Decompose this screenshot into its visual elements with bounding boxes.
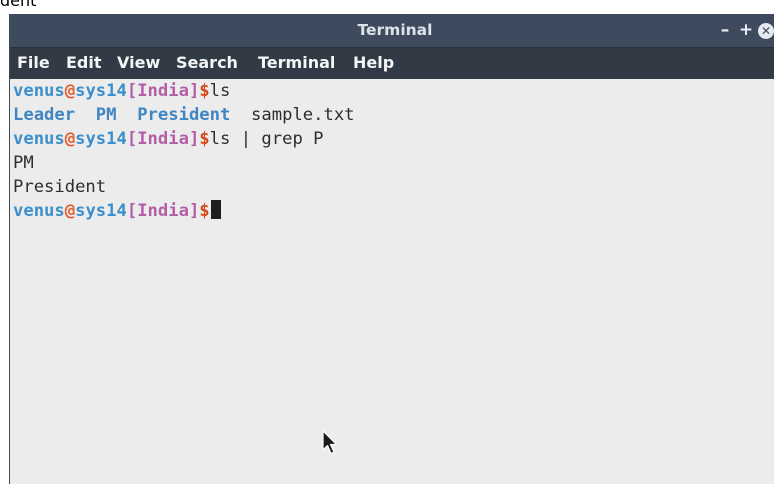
prompt-user: venus (13, 129, 65, 149)
command-text: ls (209, 81, 231, 101)
prompt-dir: [India] (126, 129, 200, 149)
menu-file[interactable]: File (17, 48, 50, 79)
output-line: PM (13, 153, 34, 173)
menu-help[interactable]: Help (353, 48, 394, 79)
output-line: President (13, 177, 107, 197)
prompt-host: sys14 (75, 201, 127, 221)
maximize-button[interactable]: + (738, 14, 754, 47)
terminal-line: venus@sys14[India]$ls | grep P (13, 127, 323, 151)
menu-edit[interactable]: Edit (66, 48, 102, 79)
prompt-at: @ (64, 81, 76, 101)
terminal-window: Terminal – + ✕ File Edit View Search Ter… (9, 14, 774, 484)
prompt-dollar: $ (199, 81, 210, 101)
background-text-fragment: dent (0, 0, 37, 10)
minimize-button[interactable]: – (717, 14, 733, 47)
title-bar[interactable]: Terminal – + ✕ (10, 14, 774, 47)
prompt-host: sys14 (75, 81, 127, 101)
text-cursor (210, 200, 221, 219)
command-text: ls | grep P (209, 129, 324, 149)
prompt-at: @ (64, 201, 76, 221)
menu-view[interactable]: View (117, 48, 160, 79)
close-icon[interactable]: ✕ (758, 23, 774, 39)
terminal-line: venus@sys14[India]$ (13, 199, 221, 223)
dir-entry: President (137, 105, 231, 125)
dir-entry: PM (95, 105, 117, 125)
prompt-host: sys14 (75, 129, 127, 149)
window-title: Terminal (357, 21, 433, 39)
prompt-user: venus (13, 81, 65, 101)
terminal-line: Leader PM President sample.txt (13, 103, 355, 127)
terminal-area[interactable]: venus@sys14[India]$ls Leader PM Presiden… (10, 79, 774, 484)
file-entry: sample.txt (251, 105, 355, 125)
menu-search[interactable]: Search (176, 48, 238, 79)
prompt-dollar: $ (199, 201, 210, 221)
prompt-at: @ (64, 129, 76, 149)
prompt-dollar: $ (199, 129, 210, 149)
terminal-line: venus@sys14[India]$ls (13, 79, 230, 103)
mouse-pointer-icon (322, 430, 338, 455)
menu-bar: File Edit View Search Terminal Help (10, 47, 774, 79)
menu-terminal[interactable]: Terminal (258, 48, 335, 79)
prompt-dir: [India] (126, 81, 200, 101)
dir-entry: Leader (13, 105, 76, 125)
prompt-user: venus (13, 201, 65, 221)
prompt-dir: [India] (126, 201, 200, 221)
